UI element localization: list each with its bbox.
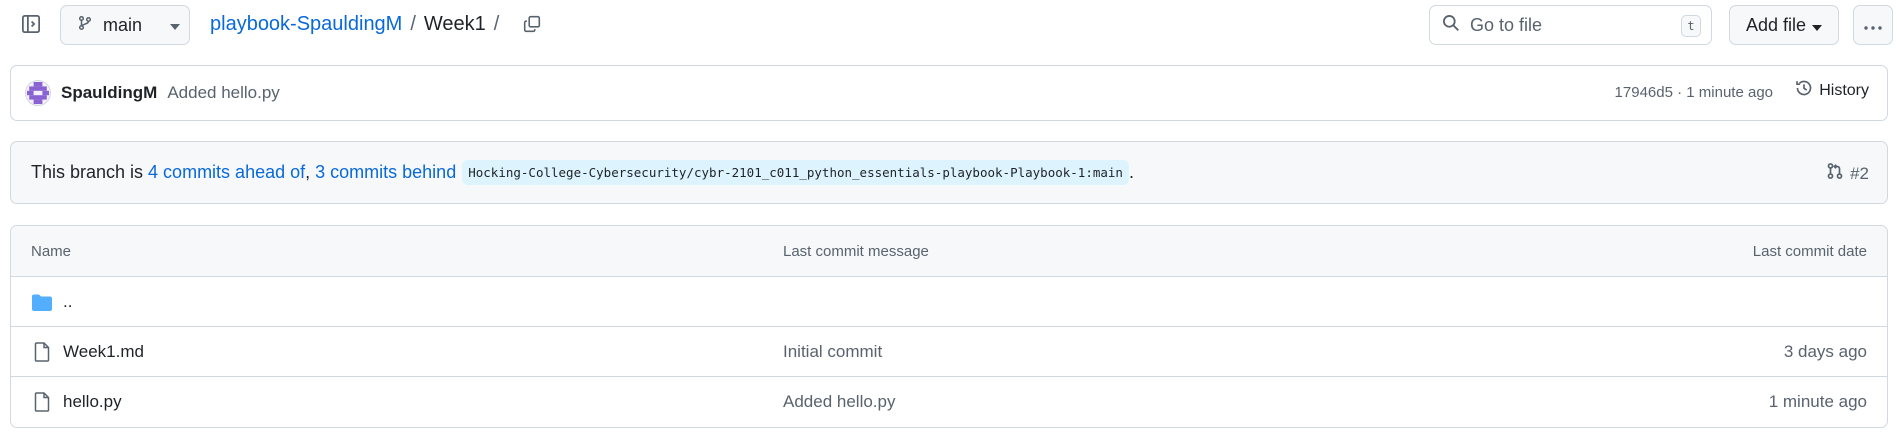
shortcut-key-hint: t — [1681, 15, 1701, 37]
breadcrumb: playbook-SpauldingM / Week1 / — [210, 13, 507, 36]
pull-request-number: #2 — [1850, 163, 1869, 183]
breadcrumb-repo-link[interactable]: playbook-SpauldingM — [210, 13, 402, 36]
file-name-link[interactable]: hello.py — [63, 392, 122, 412]
pull-request-link[interactable]: #2 — [1826, 162, 1869, 185]
go-to-file-search[interactable]: t — [1429, 5, 1712, 45]
folder-icon — [31, 291, 53, 313]
history-icon — [1795, 79, 1813, 102]
search-icon — [1442, 14, 1460, 37]
chevron-down-icon — [170, 15, 181, 35]
table-row[interactable]: hello.py Added hello.py 1 minute ago — [11, 377, 1887, 427]
add-file-button[interactable]: Add file — [1729, 5, 1839, 45]
branch-status-banner: This branch is 4 commits ahead of , 3 co… — [10, 141, 1888, 204]
file-navigation-bar: main playbook-SpauldingM / Week1 / t Add… — [0, 0, 1897, 50]
file-icon — [31, 341, 53, 363]
history-button[interactable]: History — [1795, 79, 1869, 102]
commit-author[interactable]: SpauldingM — [61, 83, 157, 103]
breadcrumb-separator: / — [410, 13, 416, 35]
branch-selector-button[interactable]: main — [60, 5, 190, 45]
file-commit-date: 3 days ago — [1783, 342, 1867, 361]
branch-status-suffix: . — [1128, 162, 1134, 182]
sidebar-expand-icon[interactable] — [18, 11, 44, 37]
commit-sha-and-time[interactable]: 17946d5 · 1 minute ago — [1615, 84, 1773, 101]
parent-directory-link[interactable]: .. — [63, 292, 72, 312]
kebab-horizontal-icon — [1864, 15, 1882, 35]
chevron-down-icon — [1812, 15, 1823, 36]
branch-name: main — [103, 14, 143, 35]
file-commit-message[interactable]: Added hello.py — [783, 392, 895, 412]
copy-path-icon[interactable] — [520, 12, 544, 36]
git-pull-request-icon — [1826, 162, 1844, 185]
more-options-button[interactable] — [1853, 5, 1893, 45]
history-label: History — [1819, 81, 1869, 99]
file-icon — [31, 391, 53, 413]
file-table: Name Last commit message Last commit dat… — [10, 225, 1888, 428]
file-commit-date: 1 minute ago — [1768, 392, 1867, 411]
breadcrumb-trailing-separator: / — [493, 13, 500, 35]
column-header-date: Last commit date — [1752, 243, 1867, 260]
git-branch-icon — [77, 15, 93, 36]
file-name-link[interactable]: Week1.md — [63, 342, 144, 362]
table-row[interactable]: Week1.md Initial commit 3 days ago — [11, 327, 1887, 377]
avatar[interactable] — [25, 80, 51, 106]
column-header-name: Name — [31, 243, 72, 260]
table-header: Name Last commit message Last commit dat… — [11, 226, 1887, 277]
add-file-label: Add file — [1745, 14, 1807, 35]
upstream-branch[interactable]: Hocking-College-Cybersecurity/cybr-2101_… — [462, 160, 1129, 185]
parent-directory-row[interactable]: .. — [11, 277, 1887, 327]
latest-commit-bar: SpauldingM Added hello.py 17946d5 · 1 mi… — [10, 65, 1888, 121]
commit-message[interactable]: Added hello.py — [167, 83, 279, 103]
file-commit-message[interactable]: Initial commit — [783, 342, 882, 362]
commits-behind-link[interactable]: 3 commits behind — [315, 162, 456, 183]
branch-status-prefix: This branch is — [31, 162, 149, 182]
commits-ahead-link[interactable]: 4 commits ahead of — [148, 162, 305, 183]
go-to-file-input[interactable] — [1470, 14, 1670, 36]
branch-status-comma: , — [305, 162, 316, 182]
breadcrumb-current-dir: Week1 — [423, 13, 486, 35]
column-header-message: Last commit message — [783, 243, 929, 260]
